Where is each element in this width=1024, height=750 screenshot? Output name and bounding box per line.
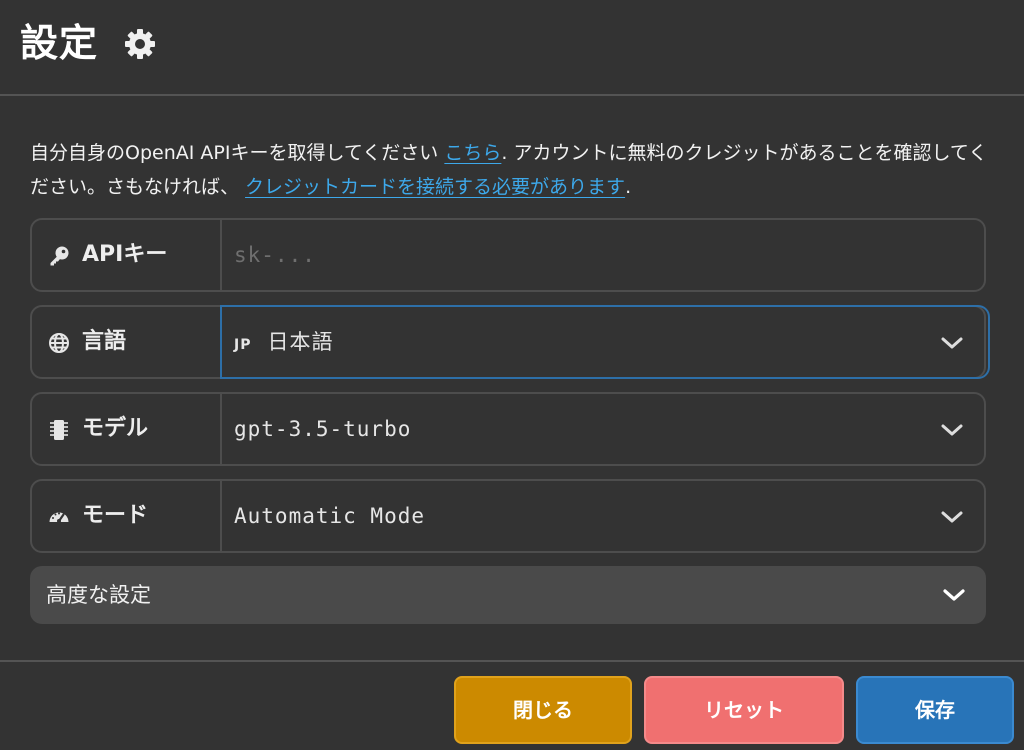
mode-label: モード: [82, 503, 149, 528]
advanced-settings-label: 高度な設定: [46, 583, 151, 607]
gear-icon: [125, 29, 155, 59]
language-flag: JP: [234, 337, 252, 353]
reset-button[interactable]: リセット: [644, 676, 844, 744]
api-key-field: APIキー sk-...: [30, 218, 986, 292]
model-field: モデル gpt-3.5-turbo: [30, 392, 986, 466]
chevron-down-icon: [943, 589, 965, 601]
mode-label-cell: モード: [32, 481, 222, 551]
language-label: 言語: [82, 329, 127, 354]
mode-value: Automatic Mode: [234, 504, 426, 528]
chevron-down-icon[interactable]: [940, 331, 964, 355]
instructions-text-1: 自分自身のOpenAI APIキーを取得してください: [30, 142, 445, 164]
globe-icon: [49, 333, 69, 353]
api-key-label-cell: APIキー: [32, 220, 222, 290]
save-button[interactable]: 保存: [856, 676, 1014, 744]
language-label-cell: 言語: [32, 307, 222, 377]
language-value: 日本語: [267, 330, 334, 354]
chevron-down-icon[interactable]: [940, 505, 964, 529]
api-key-placeholder: sk-...: [234, 243, 316, 267]
get-api-key-link[interactable]: こちら: [444, 142, 501, 164]
model-label-cell: モデル: [32, 394, 222, 464]
mode-field: モード Automatic Mode: [30, 479, 986, 553]
close-button[interactable]: 閉じる: [454, 676, 632, 744]
api-key-input[interactable]: sk-...: [234, 220, 316, 290]
model-value: gpt-3.5-turbo: [234, 417, 412, 441]
key-icon: [50, 246, 69, 266]
language-select-focus-ring: [220, 305, 990, 379]
settings-dialog: 設定 自分自身のOpenAI APIキーを取得してください こちら. アカウント…: [0, 0, 1024, 750]
api-key-instructions: 自分自身のOpenAI APIキーを取得してください こちら. アカウントに無料…: [30, 136, 990, 204]
model-select[interactable]: gpt-3.5-turbo: [234, 394, 411, 464]
instructions-text-3: .: [625, 176, 632, 198]
dialog-header: 設定: [0, 0, 1024, 96]
language-field: 言語 JP 日本語: [30, 305, 990, 380]
connect-credit-card-link[interactable]: クレジットカードを接続する必要があります: [245, 176, 625, 198]
speedometer-icon: [49, 512, 69, 523]
language-select[interactable]: JP 日本語: [234, 307, 333, 380]
chip-icon: [50, 420, 68, 440]
footer-divider: [0, 660, 1024, 662]
advanced-settings-toggle[interactable]: 高度な設定: [30, 566, 986, 624]
chevron-down-icon[interactable]: [940, 418, 964, 442]
page-title: 設定: [20, 21, 99, 65]
api-key-label: APIキー: [82, 242, 168, 267]
mode-select[interactable]: Automatic Mode: [234, 481, 425, 551]
model-label: モデル: [82, 416, 149, 441]
